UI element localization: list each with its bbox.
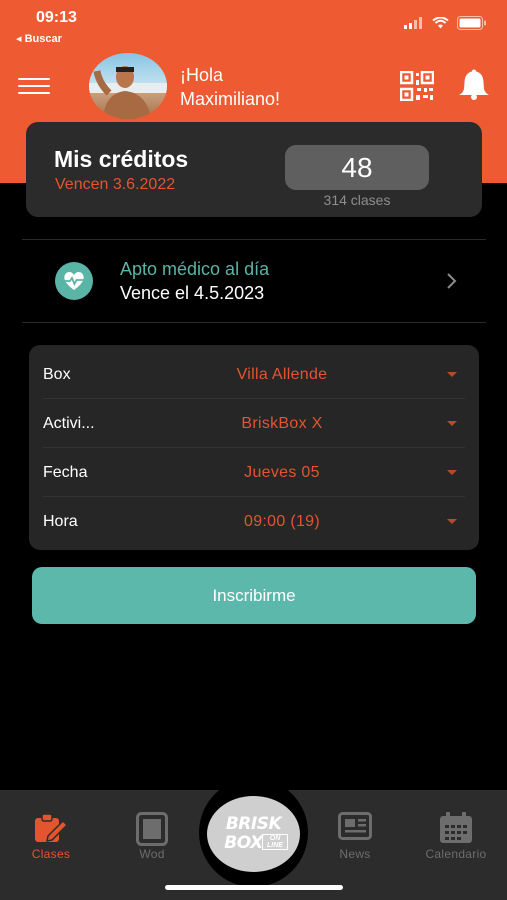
hamburger-menu-icon[interactable] bbox=[18, 78, 50, 96]
medical-status-title: Apto médico al día bbox=[120, 259, 270, 279]
bell-icon[interactable] bbox=[456, 69, 492, 101]
wifi-icon bbox=[432, 17, 449, 29]
tab-label: Clases bbox=[31, 847, 71, 861]
activity-value: BriskBox X bbox=[241, 415, 323, 432]
chevron-right-icon bbox=[447, 273, 457, 289]
status-time: 09:13 bbox=[36, 9, 77, 26]
booking-form: Box Villa Allende Activi... BriskBox X F… bbox=[29, 345, 479, 550]
box-select[interactable]: Box Villa Allende bbox=[29, 350, 479, 399]
credits-count-badge: 48 bbox=[285, 145, 429, 190]
battery-icon bbox=[457, 16, 486, 30]
medical-expiry: Vence el 4.5.2023 bbox=[120, 283, 265, 303]
time-select[interactable]: Hora 09:00 (19) bbox=[29, 497, 479, 546]
date-label: Fecha bbox=[43, 464, 88, 481]
tab-calendario[interactable]: Calendario bbox=[411, 790, 501, 870]
back-to-search-link[interactable]: ◂ Buscar bbox=[16, 32, 62, 45]
box-label: Box bbox=[43, 366, 71, 383]
avatar-photo bbox=[89, 66, 167, 119]
box-value: Villa Allende bbox=[236, 366, 328, 383]
date-select[interactable]: Fecha Jueves 05 bbox=[29, 448, 479, 497]
greeting-hello: ¡Hola bbox=[180, 65, 224, 85]
clipboard-edit-icon bbox=[35, 813, 68, 842]
newspaper-icon bbox=[338, 812, 372, 840]
credits-card: Mis créditos Vencen 3.6.2022 48 314 clas… bbox=[26, 122, 482, 217]
medical-clearance-row[interactable]: Apto médico al día Vence el 4.5.2023 bbox=[22, 240, 486, 322]
tab-clases[interactable]: Clases bbox=[6, 790, 96, 870]
activity-label: Activi... bbox=[43, 415, 95, 432]
tab-label: Calendario bbox=[425, 847, 487, 861]
tab-wod[interactable]: Wod bbox=[107, 790, 197, 870]
divider bbox=[22, 322, 486, 323]
tab-label: News bbox=[339, 847, 371, 861]
greeting-username: Maximiliano! bbox=[180, 89, 281, 109]
home-indicator[interactable] bbox=[165, 885, 343, 890]
tab-news[interactable]: News bbox=[310, 790, 400, 870]
qr-code-icon[interactable] bbox=[400, 71, 434, 101]
caret-down-icon bbox=[447, 421, 457, 426]
caret-down-icon bbox=[447, 470, 457, 475]
credits-expiry: Vencen 3.6.2022 bbox=[55, 176, 176, 193]
briskbox-logo-button[interactable]: BRISK BOX ON LINE bbox=[207, 796, 300, 872]
logo-online-badge: ON LINE bbox=[262, 834, 288, 850]
greeting: ¡Hola Maximiliano! bbox=[180, 63, 280, 111]
credits-title: Mis créditos bbox=[54, 146, 189, 172]
credits-classes-count: 314 clases bbox=[323, 192, 391, 208]
logo-line1: BRISK bbox=[225, 814, 282, 834]
avatar[interactable] bbox=[89, 53, 167, 119]
date-value: Jueves 05 bbox=[244, 464, 320, 481]
caret-down-icon bbox=[447, 372, 457, 377]
enroll-button[interactable]: Inscribirme bbox=[32, 567, 476, 624]
calendar-icon bbox=[440, 812, 472, 843]
status-icons bbox=[404, 16, 487, 30]
signal-icon bbox=[404, 17, 422, 29]
time-value: 09:00 (19) bbox=[244, 513, 320, 530]
caret-down-icon bbox=[447, 519, 457, 524]
tablet-icon bbox=[136, 812, 168, 846]
tab-label: Wod bbox=[139, 847, 165, 861]
heart-pulse-icon bbox=[55, 262, 93, 300]
activity-select[interactable]: Activi... BriskBox X bbox=[29, 399, 479, 448]
time-label: Hora bbox=[43, 513, 78, 530]
